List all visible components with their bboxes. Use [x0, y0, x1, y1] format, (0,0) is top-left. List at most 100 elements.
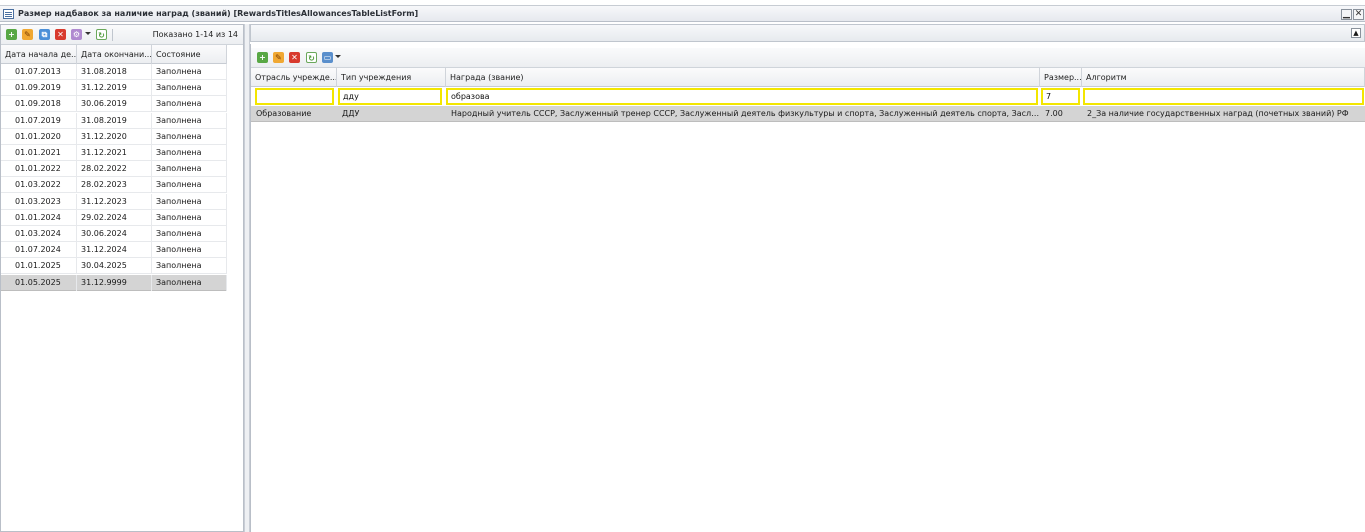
- table-row[interactable]: 01.01.2022 28.02.2022 Заполнена: [1, 161, 227, 178]
- cell-end-date: 31.08.2018: [77, 64, 152, 80]
- table-row[interactable]: 01.03.2024 30.06.2024 Заполнена: [1, 226, 227, 242]
- table-row[interactable]: 01.01.2025 30.04.2025 Заполнена: [1, 258, 227, 275]
- cell-state: Заполнена: [152, 274, 227, 291]
- filter-size-input[interactable]: 7: [1041, 88, 1080, 105]
- cell-state: Заполнена: [152, 242, 227, 259]
- right-toolbar: + ✎ ✕ ↻ ▭: [251, 48, 1365, 68]
- cell-state: Заполнена: [152, 226, 227, 242]
- refresh-icon[interactable]: ↻: [306, 52, 317, 63]
- cell-state: Заполнена: [152, 209, 227, 226]
- table-row[interactable]: 01.05.2025 31.12.9999 Заполнена: [1, 274, 227, 291]
- cell-end-date: 28.02.2023: [77, 177, 152, 194]
- cell-branch: Образование: [256, 109, 312, 118]
- cell-state: Заполнена: [152, 80, 227, 97]
- cell-end-date: 31.12.2019: [77, 80, 152, 97]
- minimize-button[interactable]: ▁: [1341, 9, 1352, 20]
- toolbar-divider: [112, 29, 113, 41]
- window-title: Размер надбавок за наличие наград (звани…: [18, 9, 419, 18]
- cell-end-date: 30.06.2024: [77, 226, 152, 242]
- periods-panel: + ✎ ⧉ ✕ ⚙ ↻ Показано 1-14 из 14 Дата нач…: [0, 24, 244, 532]
- cell-start-date: 01.05.2025: [1, 274, 77, 291]
- cell-start-date: 01.07.2024: [1, 242, 77, 259]
- periods-grid-header: Дата начала де... Дата окончани... Состо…: [1, 45, 227, 64]
- cell-start-date: 01.09.2018: [1, 96, 77, 113]
- chevron-down-icon[interactable]: [85, 32, 91, 35]
- cell-state: Заполнена: [152, 145, 227, 161]
- column-header-award[interactable]: Награда (звание): [446, 68, 1040, 87]
- table-row[interactable]: 01.03.2022 28.02.2023 Заполнена: [1, 177, 227, 194]
- cell-state: Заполнена: [152, 258, 227, 275]
- cell-state: Заполнена: [152, 64, 227, 80]
- add-icon[interactable]: +: [257, 52, 268, 63]
- copy-icon[interactable]: ⧉: [39, 29, 50, 40]
- cell-end-date: 31.08.2019: [77, 112, 152, 129]
- details-panel-header: ▲: [250, 24, 1365, 42]
- cell-award: Народный учитель СССР, Заслуженный трене…: [451, 109, 1040, 118]
- filter-branch-input[interactable]: [255, 88, 334, 105]
- window-titlebar: Размер надбавок за наличие наград (звани…: [0, 5, 1365, 22]
- cell-start-date: 01.01.2025: [1, 258, 77, 275]
- cell-end-date: 31.12.2024: [77, 242, 152, 259]
- cell-start-date: 01.07.2013: [1, 64, 77, 80]
- cell-start-date: 01.01.2024: [1, 209, 77, 226]
- table-row[interactable]: 01.01.2024 29.02.2024 Заполнена: [1, 209, 227, 226]
- delete-icon[interactable]: ✕: [55, 29, 66, 40]
- cell-state: Заполнена: [152, 128, 227, 145]
- cell-type: ДДУ: [342, 109, 360, 118]
- cell-end-date: 29.02.2024: [77, 209, 152, 226]
- window-list-icon: [3, 9, 14, 19]
- edit-icon[interactable]: ✎: [22, 29, 33, 40]
- table-row[interactable]: 01.01.2021 31.12.2021 Заполнена: [1, 145, 227, 161]
- refresh-icon[interactable]: ↻: [96, 29, 107, 40]
- paging-status: Показано 1-14 из 14: [152, 30, 238, 39]
- left-toolbar: + ✎ ⧉ ✕ ⚙ ↻ Показано 1-14 из 14: [1, 25, 243, 45]
- table-row[interactable]: Образование ДДУ Народный учитель СССР, З…: [251, 106, 1365, 122]
- cell-start-date: 01.03.2022: [1, 177, 77, 194]
- table-row[interactable]: 01.07.2013 31.08.2018 Заполнена: [1, 64, 227, 80]
- cell-start-date: 01.03.2024: [1, 226, 77, 242]
- filter-algorithm-input[interactable]: [1083, 88, 1364, 105]
- cell-end-date: 30.06.2019: [77, 96, 152, 113]
- collapse-icon[interactable]: ▲: [1351, 28, 1361, 38]
- cell-algorithm: 2_За наличие государственных наград (поч…: [1087, 109, 1349, 118]
- column-header-algorithm[interactable]: Алгоритм: [1082, 68, 1365, 87]
- chevron-down-icon[interactable]: [335, 55, 341, 58]
- column-header-start[interactable]: Дата начала де...: [1, 45, 77, 64]
- table-row[interactable]: 01.07.2024 31.12.2024 Заполнена: [1, 242, 227, 259]
- misc-icon[interactable]: ⚙: [71, 29, 82, 40]
- cell-state: Заполнена: [152, 193, 227, 210]
- column-header-type[interactable]: Тип учреждения: [337, 68, 446, 87]
- filter-type-input[interactable]: дду: [338, 88, 442, 105]
- cell-start-date: 01.03.2023: [1, 193, 77, 210]
- cell-end-date: 31.12.2023: [77, 193, 152, 210]
- cell-state: Заполнена: [152, 96, 227, 113]
- cell-end-date: 30.04.2025: [77, 258, 152, 275]
- table-row[interactable]: 01.09.2019 31.12.2019 Заполнена: [1, 80, 227, 97]
- column-header-state[interactable]: Состояние: [152, 45, 227, 64]
- cell-end-date: 28.02.2022: [77, 161, 152, 178]
- close-button[interactable]: ✕: [1353, 9, 1364, 20]
- column-header-branch[interactable]: Отрасль учрежде...: [251, 68, 337, 87]
- table-row[interactable]: 01.07.2019 31.08.2019 Заполнена: [1, 112, 227, 129]
- table-row[interactable]: 01.09.2018 30.06.2019 Заполнена: [1, 96, 227, 113]
- cell-size: 7.00: [1045, 109, 1063, 118]
- table-row[interactable]: 01.03.2023 31.12.2023 Заполнена: [1, 193, 227, 210]
- cell-state: Заполнена: [152, 112, 227, 129]
- cell-state: Заполнена: [152, 177, 227, 194]
- cell-start-date: 01.01.2021: [1, 145, 77, 161]
- cell-start-date: 01.01.2022: [1, 161, 77, 178]
- print-icon[interactable]: ▭: [322, 52, 333, 63]
- add-icon[interactable]: +: [6, 29, 17, 40]
- cell-state: Заполнена: [152, 161, 227, 178]
- cell-start-date: 01.09.2019: [1, 80, 77, 97]
- filter-award-input[interactable]: образова: [446, 88, 1038, 105]
- delete-icon[interactable]: ✕: [289, 52, 300, 63]
- cell-end-date: 31.12.2021: [77, 145, 152, 161]
- cell-end-date: 31.12.9999: [77, 274, 152, 291]
- cell-end-date: 31.12.2020: [77, 128, 152, 145]
- details-grid-header: Отрасль учрежде... Тип учреждения Наград…: [251, 68, 1365, 87]
- edit-icon[interactable]: ✎: [273, 52, 284, 63]
- column-header-end[interactable]: Дата окончани...: [77, 45, 152, 64]
- table-row[interactable]: 01.01.2020 31.12.2020 Заполнена: [1, 128, 227, 145]
- column-header-size[interactable]: Размер...: [1040, 68, 1082, 87]
